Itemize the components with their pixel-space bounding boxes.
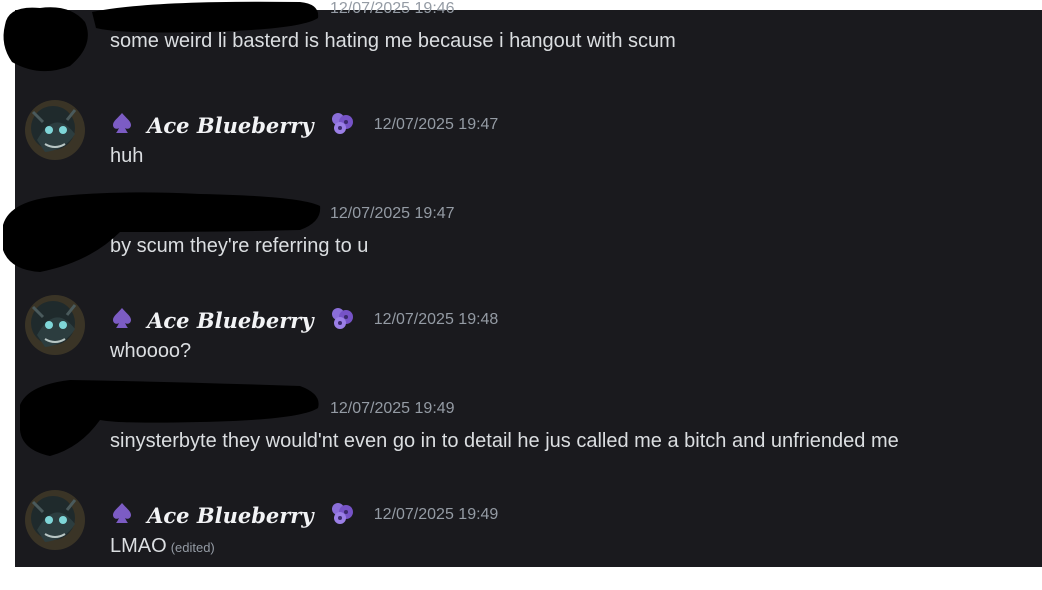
blueberry-icon [329,110,355,140]
message-text: huh [110,145,144,167]
message-text: by scum they're referring to u [110,235,369,257]
message-timestamp: 12/07/2025 19:49 [330,400,455,417]
message-item: 12/07/2025 19:49 sinysterbyte they would… [15,395,1042,495]
message-text: LMAO (edited) [110,535,215,558]
message-item: Ace Blueberry 12/07/2025 19:48 whoooo? [15,295,1042,395]
username[interactable]: Ace Blueberry [147,113,313,138]
message-text: sinysterbyte they would'nt even go in to… [110,430,899,452]
message-text-content: LMAO [110,535,167,557]
message-header: Ace Blueberry 12/07/2025 19:47 [110,110,498,138]
username[interactable]: Ace Blueberry [147,308,313,333]
message-text: whoooo? [110,340,192,362]
message-timestamp: 12/07/2025 19:46 [330,0,455,17]
spade-icon [110,306,134,334]
message-header: Ace Blueberry 12/07/2025 19:48 [110,305,498,333]
chat-log: 12/07/2025 19:46 some weird li basterd i… [15,0,1042,567]
message-text: some weird li basterd is hating me becau… [110,30,676,52]
blueberry-icon [329,305,355,335]
message-timestamp: 12/07/2025 19:47 [330,205,455,222]
message-item: 12/07/2025 19:46 some weird li basterd i… [15,0,1042,100]
message-item: Ace Blueberry 12/07/2025 19:49 LMAO (edit… [15,490,1042,590]
blueberry-icon [329,500,355,530]
avatar[interactable] [25,490,85,550]
spade-icon [110,111,134,139]
message-item: 12/07/2025 19:47 by scum they're referri… [15,200,1042,300]
edited-label: (edited) [170,540,215,555]
message-timestamp: 12/07/2025 19:48 [373,311,499,328]
username[interactable]: Ace Blueberry [147,503,313,528]
message-timestamp: 12/07/2025 19:47 [373,116,499,133]
avatar[interactable] [25,295,85,355]
avatar[interactable] [25,100,85,160]
message-header: Ace Blueberry 12/07/2025 19:49 [110,500,498,528]
message-item: Ace Blueberry 12/07/2025 19:47 huh [15,100,1042,200]
message-timestamp: 12/07/2025 19:49 [373,506,499,523]
spade-icon [110,501,134,529]
